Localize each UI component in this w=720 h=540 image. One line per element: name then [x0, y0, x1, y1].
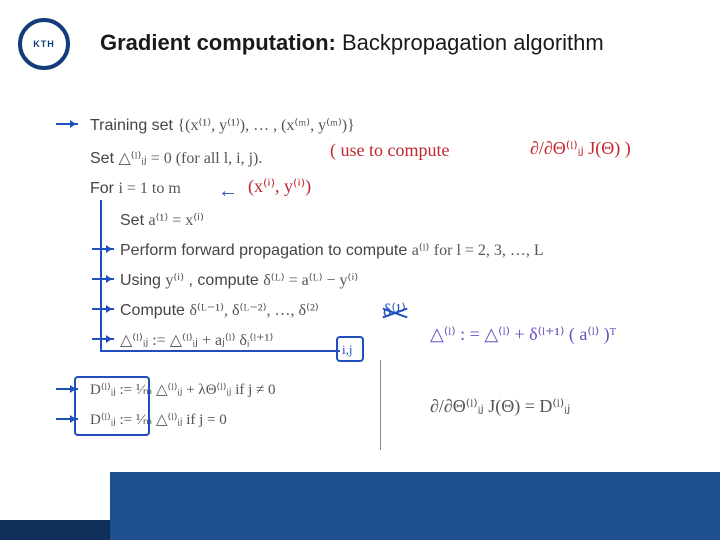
math-partial-D: ∂/∂Θ⁽ˡ⁾ᵢⱼ J(Θ) = D⁽ˡ⁾ᵢⱼ	[430, 396, 570, 417]
separator-vertical	[380, 360, 381, 450]
arrow-to-training	[56, 123, 78, 125]
text-using-mid: , compute	[189, 272, 264, 289]
text-compute: Compute	[120, 302, 189, 319]
arrow-to-D-if	[56, 388, 78, 390]
line-set-a: Set a⁽¹⁾ = x⁽ⁱ⁾	[120, 210, 204, 230]
text-training: Training set	[90, 117, 177, 134]
line-forward: Perform forward propagation to compute a…	[120, 240, 544, 260]
ann-xiyi: (x⁽ⁱ⁾, y⁽ⁱ⁾)	[248, 176, 311, 197]
box-ij	[336, 336, 364, 362]
line-D-if: D⁽ˡ⁾ᵢⱼ := ¹⁄ₘ △⁽ˡ⁾ᵢⱼ + λΘ⁽ˡ⁾ᵢⱼ if j ≠ 0	[90, 380, 276, 399]
line-update-delta: △⁽ˡ⁾ᵢⱼ := △⁽ˡ⁾ᵢⱼ + aⱼ⁽ˡ⁾ δᵢ⁽ˡ⁺¹⁾	[120, 330, 273, 350]
text-using: Using	[120, 272, 165, 289]
arrow-to-D-else	[56, 418, 78, 420]
kth-logo-ring: KTH	[18, 18, 70, 70]
arrow-to-update	[92, 338, 114, 340]
math-update-delta: △⁽ˡ⁾ᵢⱼ := △⁽ˡ⁾ᵢⱼ + aⱼ⁽ˡ⁾ δᵢ⁽ˡ⁺¹⁾	[120, 332, 273, 349]
text-set-a: Set	[120, 212, 148, 229]
line-D-else: D⁽ˡ⁾ᵢⱼ := ¹⁄ₘ △⁽ˡ⁾ᵢⱼ if j = 0	[90, 410, 227, 429]
math-set-delta: △⁽ˡ⁾ᵢⱼ = 0 (for all l, i, j).	[118, 150, 262, 167]
ann-delta-vectorized: △⁽ˡ⁾ : = △⁽ˡ⁾ + δ⁽ˡ⁺¹⁾ ( a⁽ˡ⁾ )ᵀ	[430, 324, 616, 345]
arrow-to-using	[92, 278, 114, 280]
math-using-yi: y⁽ⁱ⁾	[165, 272, 184, 289]
math-forward-tail: for l = 2, 3, …, L	[434, 242, 544, 259]
slide-title-rest: Backpropagation algorithm	[336, 30, 604, 55]
ann-dJdTheta: ∂/∂Θ⁽ˡ⁾ᵢⱼ J(Θ) )	[530, 138, 631, 159]
kth-logo: KTH	[18, 18, 70, 70]
slide-title-bold: Gradient computation:	[100, 30, 336, 55]
line-training: Training set {(x⁽¹⁾, y⁽¹⁾), … , (x⁽ᵐ⁾, y…	[90, 115, 355, 135]
math-set-a: a⁽¹⁾ = x⁽ⁱ⁾	[148, 212, 204, 229]
arrow-after-m: ←	[218, 180, 238, 203]
for-loop-bracket-v	[100, 200, 102, 350]
line-set-delta: Set △⁽ˡ⁾ᵢⱼ = 0 (for all l, i, j).	[90, 148, 262, 168]
text-set: Set	[90, 150, 118, 167]
math-training-set: {(x⁽¹⁾, y⁽¹⁾), … , (x⁽ᵐ⁾, y⁽ᵐ⁾)}	[177, 117, 354, 134]
slide-root: KTH Gradient computation: Backpropagatio…	[0, 0, 720, 540]
line-for: For i = 1 to m	[90, 180, 181, 198]
kth-logo-text: KTH	[33, 39, 55, 49]
arrow-to-compute	[92, 308, 114, 310]
ann-use-to-compute: ( use to compute	[330, 140, 449, 161]
for-loop-bracket-h	[100, 350, 340, 352]
footer-bar-dark	[0, 520, 110, 540]
text-for: For	[90, 180, 118, 197]
math-using-deltaL: δ⁽ᴸ⁾ = a⁽ᴸ⁾ − y⁽ⁱ⁾	[263, 272, 358, 289]
math-for: i = 1 to m	[118, 180, 180, 197]
footer-bar	[110, 472, 720, 540]
line-compute: Compute δ⁽ᴸ⁻¹⁾, δ⁽ᴸ⁻²⁾, …, δ⁽²⁾	[120, 300, 319, 320]
line-using: Using y⁽ⁱ⁾ , compute δ⁽ᴸ⁾ = a⁽ᴸ⁾ − y⁽ⁱ⁾	[120, 270, 358, 290]
arrow-to-forward	[92, 248, 114, 250]
math-compute-deltas: δ⁽ᴸ⁻¹⁾, δ⁽ᴸ⁻²⁾, …, δ⁽²⁾	[189, 302, 318, 319]
text-forward: Perform forward propagation to compute	[120, 242, 412, 259]
slide-title: Gradient computation: Backpropagation al…	[100, 30, 604, 56]
math-forward-al: a⁽ˡ⁾	[412, 242, 430, 259]
